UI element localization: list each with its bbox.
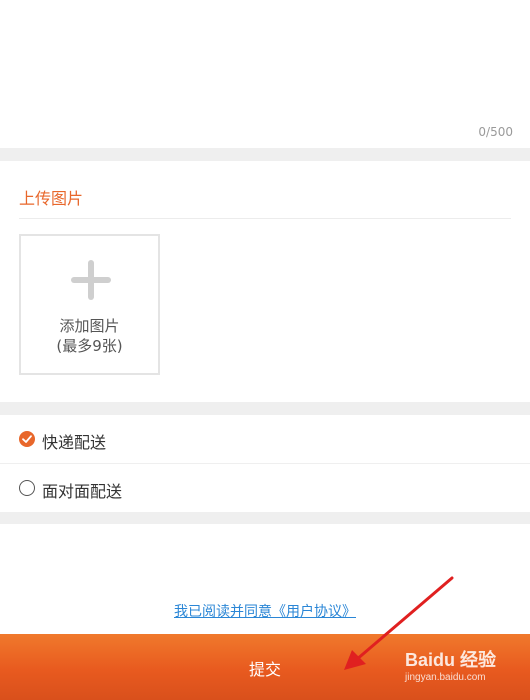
option-label: 快递配送 [42,433,107,452]
user-agreement-link[interactable]: 我已阅读并同意《用户协议》 [0,601,530,621]
add-photo-label-line2: (最多9张) [56,337,123,355]
radio-unchecked-icon[interactable] [19,480,35,496]
radio-checked-icon[interactable] [19,431,35,447]
upload-section: 上传图片 添加图片 (最多9张) [0,161,530,402]
section-divider [0,402,530,415]
section-divider [0,512,530,524]
option-label: 面对面配送 [42,482,123,501]
upload-divider [19,218,511,219]
plus-icon [71,260,111,300]
delivery-options: 快递配送 面对面配送 [0,415,530,512]
section-divider [0,148,530,161]
add-photo-button[interactable]: 添加图片 (最多9张) [19,234,160,375]
upload-title: 上传图片 [19,189,84,208]
add-photo-label: 添加图片 (最多9张) [21,316,158,356]
option-express-delivery[interactable]: 快递配送 [0,415,530,464]
submit-button[interactable]: 提交 [0,634,530,700]
feedback-textarea[interactable]: 0/500 [0,0,530,148]
char-count: 0/500 [478,125,513,139]
option-face-to-face-delivery[interactable]: 面对面配送 [0,464,530,512]
add-photo-label-line1: 添加图片 [59,317,120,335]
submit-label: 提交 [248,660,281,679]
